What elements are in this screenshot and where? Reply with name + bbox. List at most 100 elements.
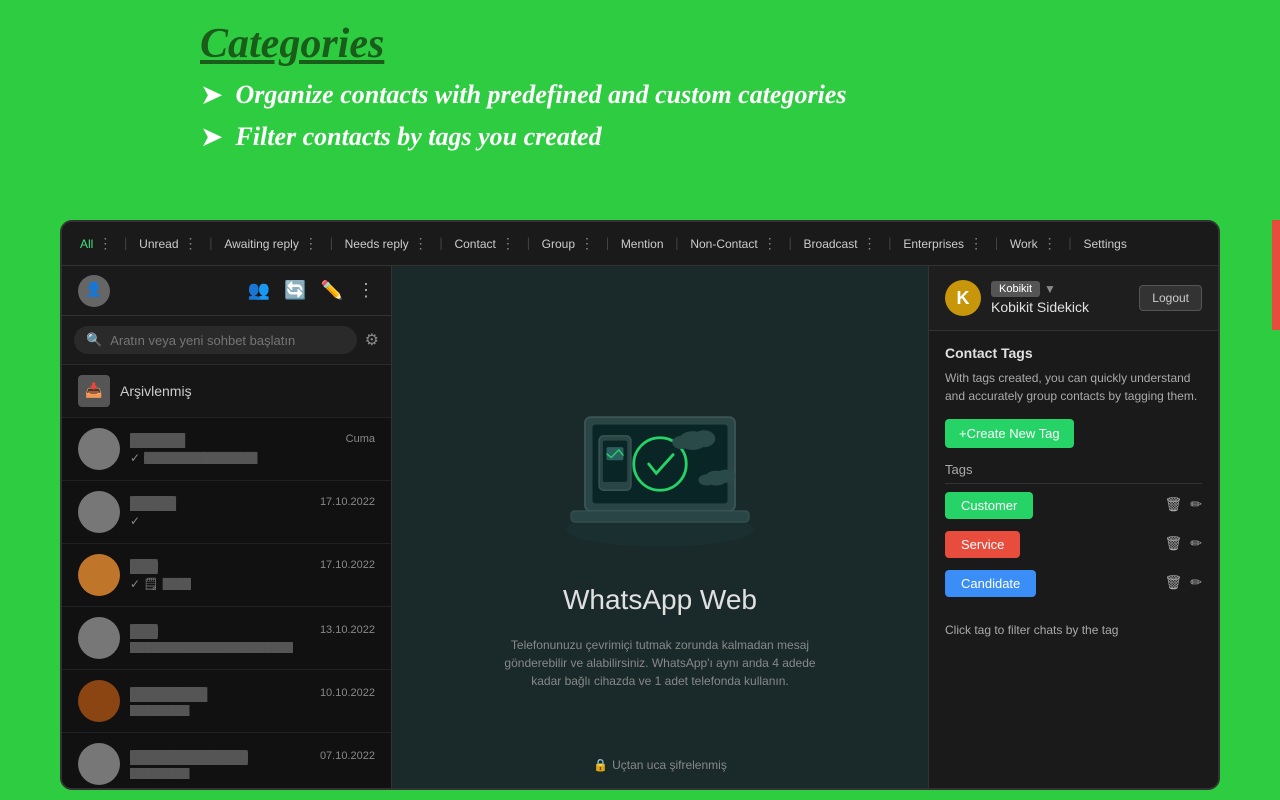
tag-actions-service: 🗑 ✏	[1164, 536, 1202, 553]
sep-5: |	[527, 236, 530, 252]
red-bar	[1272, 220, 1280, 330]
chat-name: ███ 17.10.2022	[130, 559, 375, 574]
chat-name: █████ 17.10.2022	[130, 496, 375, 511]
sep-3: |	[330, 236, 333, 252]
chat-name: ████ ████ ████ 07.10.2022	[130, 750, 375, 765]
tag-badge-candidate[interactable]: Candidate	[945, 570, 1036, 597]
avatar	[78, 491, 120, 533]
lock-text: 🔒 Uçtan uca şifrelenmiş	[593, 758, 727, 772]
chat-preview: ███████████████████████	[130, 642, 375, 653]
tab-settings[interactable]: Settings	[1075, 233, 1134, 255]
tab-broadcast-dots: ⋮	[863, 235, 877, 252]
brand-tag: Kobikit	[991, 281, 1040, 297]
tab-non-contact[interactable]: Non-Contact ⋮	[682, 231, 784, 256]
menu-icon[interactable]: ⋮	[357, 280, 375, 301]
feature-text-2: Filter contacts by tags you created	[235, 122, 601, 152]
list-item[interactable]: ████ ████ ████ 07.10.2022 ████ ████	[62, 733, 391, 788]
categories-title: Categories	[200, 20, 1240, 68]
tags-label: Tags	[945, 462, 1202, 484]
search-input-wrapper[interactable]: 🔍	[74, 326, 357, 354]
tab-awaiting-dots: ⋮	[304, 235, 318, 252]
brand-info: Kobikit ▼ Kobikit Sidekick	[991, 281, 1089, 315]
sep-2: |	[210, 236, 213, 252]
edit-icon[interactable]: ✏	[1190, 536, 1202, 553]
sidebar-header-icons: 👥 🔄 ✏️ ⋮	[248, 280, 375, 301]
search-input[interactable]	[110, 333, 344, 348]
edit-icon[interactable]: ✏	[1190, 575, 1202, 592]
create-tag-button[interactable]: +Create New Tag	[945, 419, 1074, 448]
tab-group-dots: ⋮	[580, 235, 594, 252]
top-section: Categories ➤ Organize contacts with pred…	[0, 0, 1280, 172]
lock-icon: 🔒	[593, 758, 608, 772]
list-item[interactable]: ██████ Cuma ✓ ████████████████	[62, 418, 391, 481]
device-svg	[510, 369, 810, 559]
tab-needs-reply[interactable]: Needs reply ⋮	[337, 231, 436, 256]
sidebar: 👤 👥 🔄 ✏️ ⋮ 🔍 ⚙ 📥 Arşivlenmiş	[62, 266, 392, 788]
contacts-icon[interactable]: 👥	[248, 280, 270, 301]
tag-row-service: Service 🗑 ✏	[945, 531, 1202, 558]
avatar	[78, 680, 120, 722]
chat-preview: ✓ ████████████████	[130, 451, 375, 465]
app-container: All ⋮ | Unread ⋮ | Awaiting reply ⋮ | Ne…	[60, 220, 1220, 790]
avatar	[78, 428, 120, 470]
whatsapp-web-subtitle: Telefonunuzu çevrimiçi tutmak zorunda ka…	[490, 636, 830, 690]
list-item[interactable]: █████ ███ 10.10.2022 ████ ████	[62, 670, 391, 733]
tab-contact-dots: ⋮	[501, 235, 515, 252]
main-content: 👤 👥 🔄 ✏️ ⋮ 🔍 ⚙ 📥 Arşivlenmiş	[62, 266, 1218, 788]
chevron-down-icon: ▼	[1044, 282, 1056, 297]
logout-button[interactable]: Logout	[1139, 285, 1202, 311]
tab-group[interactable]: Group ⋮	[534, 231, 602, 256]
chat-time: 17.10.2022	[320, 496, 375, 511]
chat-preview: ✓	[130, 514, 375, 528]
tab-all-dots: ⋮	[98, 235, 112, 252]
filter-icon[interactable]: ⚙	[365, 330, 379, 350]
list-item[interactable]: ███ 13.10.2022 ███████████████████████	[62, 607, 391, 670]
tab-work[interactable]: Work ⋮	[1002, 231, 1065, 256]
feature-item-2: ➤ Filter contacts by tags you created	[200, 120, 1240, 154]
brand-dropdown[interactable]: Kobikit ▼	[991, 281, 1089, 297]
brand-logo: K	[945, 280, 981, 316]
tab-enterprises-dots: ⋮	[969, 235, 983, 252]
feature-item-1: ➤ Organize contacts with predefined and …	[200, 78, 1240, 112]
avatar	[78, 743, 120, 785]
sep-11: |	[1069, 236, 1072, 252]
tag-row-customer: Customer 🗑 ✏	[945, 492, 1202, 519]
archived-item[interactable]: 📥 Arşivlenmiş	[62, 365, 391, 418]
chat-info: ████ ████ ████ 07.10.2022 ████ ████	[130, 750, 375, 779]
list-item[interactable]: ███ 17.10.2022 ✓ 🗒 ████	[62, 544, 391, 607]
chat-time: 17.10.2022	[320, 559, 375, 574]
delete-icon[interactable]: 🗑	[1164, 575, 1182, 592]
refresh-icon[interactable]: 🔄	[284, 280, 306, 301]
sep-7: |	[676, 236, 679, 252]
sep-4: |	[440, 236, 443, 252]
chat-time: Cuma	[346, 433, 375, 448]
delete-icon[interactable]: 🗑	[1164, 497, 1182, 514]
contact-tags-title: Contact Tags	[945, 345, 1202, 361]
tags-section: Tags Customer 🗑 ✏ Service 🗑 ✏	[929, 462, 1218, 623]
tag-badge-service[interactable]: Service	[945, 531, 1020, 558]
avatar	[78, 554, 120, 596]
tag-badge-customer[interactable]: Customer	[945, 492, 1033, 519]
tab-enterprises[interactable]: Enterprises ⋮	[895, 231, 991, 256]
tab-contact[interactable]: Contact ⋮	[446, 231, 522, 256]
tab-bar: All ⋮ | Unread ⋮ | Awaiting reply ⋮ | Ne…	[62, 222, 1218, 266]
chat-info: █████ 17.10.2022 ✓	[130, 496, 375, 528]
tab-awaiting[interactable]: Awaiting reply ⋮	[216, 231, 325, 256]
feature-text-1: Organize contacts with predefined and cu…	[235, 80, 846, 110]
tab-broadcast[interactable]: Broadcast ⋮	[796, 231, 885, 256]
list-item[interactable]: █████ 17.10.2022 ✓	[62, 481, 391, 544]
brand-section: K Kobikit ▼ Kobikit Sidekick	[945, 280, 1089, 316]
tab-all[interactable]: All ⋮	[72, 231, 120, 256]
compose-icon[interactable]: ✏️	[321, 280, 343, 301]
brand-title: Kobikit Sidekick	[991, 299, 1089, 315]
chat-info: █████ ███ 10.10.2022 ████ ████	[130, 687, 375, 716]
tag-actions-candidate: 🗑 ✏	[1164, 575, 1202, 592]
sep-9: |	[889, 236, 892, 252]
tab-mention[interactable]: Mention	[613, 233, 672, 255]
chat-info: ██████ Cuma ✓ ████████████████	[130, 433, 375, 465]
tab-unread[interactable]: Unread ⋮	[131, 231, 205, 256]
chat-time: 13.10.2022	[320, 624, 375, 639]
tab-work-dots: ⋮	[1043, 235, 1057, 252]
delete-icon[interactable]: 🗑	[1164, 536, 1182, 553]
edit-icon[interactable]: ✏	[1190, 497, 1202, 514]
